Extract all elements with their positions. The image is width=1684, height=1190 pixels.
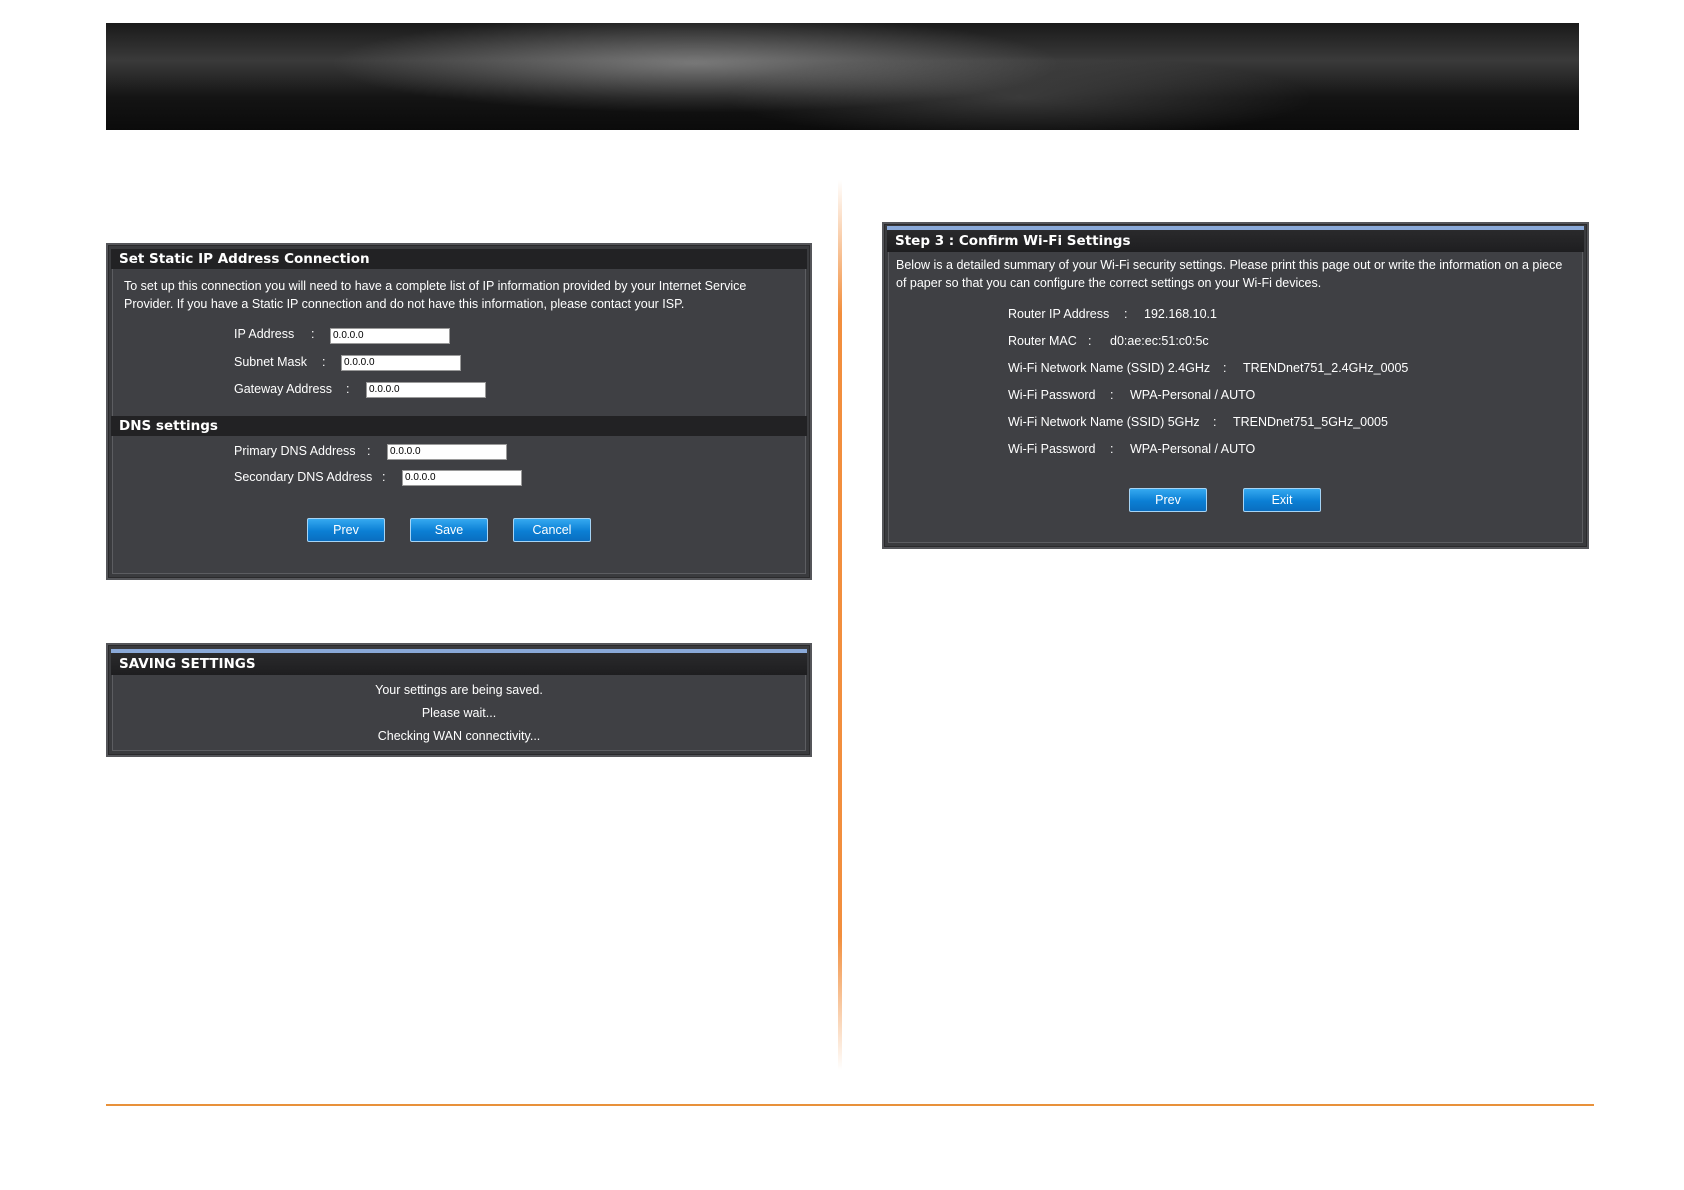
saving-settings-panel: SAVING SETTINGS Your settings are being … [106,643,812,757]
ssid-5-value: TRENDnet751_5GHz_0005 [1233,415,1388,429]
ssid-5-label: Wi-Fi Network Name (SSID) 5GHz [1008,415,1200,429]
gateway-label: Gateway Address [234,382,332,396]
footer-rule [106,1104,1594,1106]
subnet-mask-input[interactable] [341,355,461,371]
ip-address-label: IP Address [234,327,295,341]
save-button[interactable]: Save [410,518,488,542]
prev-button[interactable]: Prev [307,518,385,542]
router-mac-separator: : [1088,334,1092,348]
secondary-dns-input[interactable] [402,470,522,486]
confirm-wifi-panel: Step 3 : Confirm Wi-Fi Settings Below is… [882,222,1589,549]
wifi-password-24-value: WPA-Personal / AUTO [1130,388,1256,402]
confirm-prev-button[interactable]: Prev [1129,488,1207,512]
router-ip-label: Router IP Address [1008,307,1110,321]
wifi-password-5-value: WPA-Personal / AUTO [1130,442,1256,456]
saving-message-line2: Please wait... [421,706,497,720]
secondary-dns-label: Secondary DNS Address [234,470,373,484]
subnet-mask-label: Subnet Mask [234,355,307,369]
ip-address-separator: : [311,327,315,341]
wifi-password-24-separator: : [1110,388,1114,402]
ssid-5-separator: : [1213,415,1217,429]
static-ip-panel-title: Set Static IP Address Connection [111,249,807,269]
saving-message-line1: Your settings are being saved. [375,683,543,697]
ssid-24-label: Wi-Fi Network Name (SSID) 2.4GHz [1008,361,1211,375]
wifi-password-5-label: Wi-Fi Password [1008,442,1096,456]
router-ip-value: 192.168.10.1 [1144,307,1217,321]
exit-button[interactable]: Exit [1243,488,1321,512]
router-ip-separator: : [1124,307,1128,321]
router-mac-label: Router MAC [1008,334,1077,348]
saving-message-line3: Checking WAN connectivity... [377,729,541,743]
wifi-password-5-separator: : [1110,442,1114,456]
column-divider [838,180,842,1070]
primary-dns-label: Primary DNS Address [234,444,356,458]
wifi-password-24-label: Wi-Fi Password [1008,388,1096,402]
ssid-24-separator: : [1223,361,1227,375]
confirm-wifi-title: Step 3 : Confirm Wi-Fi Settings [887,226,1584,252]
header-banner [106,23,1579,130]
ssid-24-value: TRENDnet751_2.4GHz_0005 [1243,361,1409,375]
static-ip-panel: Set Static IP Address Connection To set … [106,243,812,580]
saving-settings-title: SAVING SETTINGS [111,649,807,675]
gateway-separator: : [346,382,350,396]
gateway-input[interactable] [366,382,486,398]
ip-address-input[interactable] [330,328,450,344]
cancel-button[interactable]: Cancel [513,518,591,542]
subnet-mask-separator: : [322,355,326,369]
router-mac-value: d0:ae:ec:51:c0:5c [1110,334,1209,348]
confirm-wifi-description: Below is a detailed summary of your Wi-F… [896,258,1563,290]
primary-dns-input[interactable] [387,444,507,460]
dns-settings-title: DNS settings [111,416,807,436]
primary-dns-separator: : [367,444,371,458]
static-ip-description: To set up this connection you will need … [124,279,747,311]
secondary-dns-separator: : [382,470,386,484]
